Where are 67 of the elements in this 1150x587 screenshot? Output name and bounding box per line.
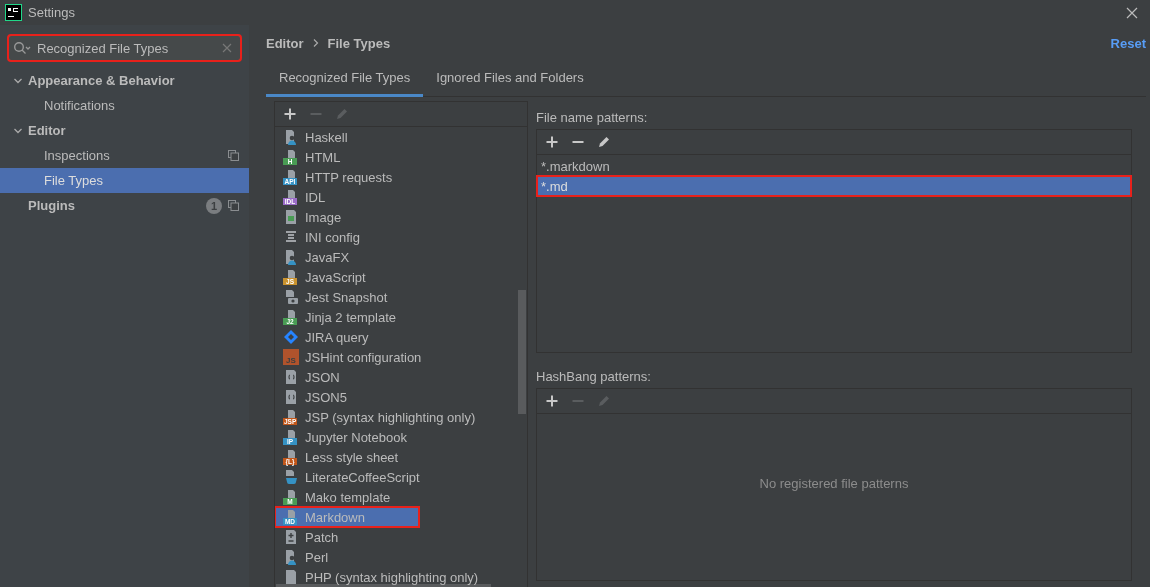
search-icon [13, 41, 31, 55]
scrollbar-thumb[interactable] [518, 290, 526, 414]
pencil-icon [335, 107, 349, 121]
settings-category[interactable]: Appearance & Behavior [0, 68, 249, 93]
pattern-item[interactable]: *.md [537, 176, 1131, 196]
file-type-item[interactable]: JIRA query [275, 327, 527, 347]
braces-document-icon [283, 369, 299, 385]
file-type-item[interactable]: Image [275, 207, 527, 227]
lines-icon [283, 229, 299, 245]
settings-category[interactable]: Editor [0, 118, 249, 143]
file-type-item[interactable]: INI config [275, 227, 527, 247]
settings-page[interactable]: Notifications [0, 93, 249, 118]
tab[interactable]: Ignored Files and Folders [423, 61, 597, 97]
camera-document-icon [283, 289, 299, 305]
document-icon [288, 490, 295, 498]
breadcrumb-item: Editor [266, 35, 304, 51]
person-document-icon [283, 129, 299, 145]
file-type-item[interactable]: JS JSHint configuration [275, 347, 527, 367]
chevron-right-icon [311, 38, 320, 48]
plus-icon [545, 394, 559, 408]
plus-minus-document-icon [283, 529, 299, 545]
braces-document-icon [283, 389, 299, 405]
window-title: Settings [28, 5, 75, 20]
document-icon [288, 270, 295, 278]
app-logo-icon [5, 4, 22, 21]
pattern-item[interactable]: *.markdown [537, 156, 1131, 176]
file-type-item[interactable]: PHP (syntax highlighting only) [275, 567, 527, 587]
empty-message: No registered file patterns [759, 475, 909, 491]
file-type-item[interactable]: JSON [275, 367, 527, 387]
count-badge: 1 [206, 197, 222, 214]
person-document-icon [283, 549, 299, 565]
settings-category[interactable]: Plugins 1 [0, 193, 249, 218]
pencil-icon [597, 135, 611, 149]
reset-link[interactable]: Reset [1110, 35, 1146, 51]
document-icon [288, 510, 295, 518]
document-icon [288, 310, 295, 318]
document-icon [288, 190, 295, 198]
image-document-icon [283, 209, 299, 225]
cup-document-icon [283, 469, 299, 485]
document-icon [288, 170, 295, 178]
clear-icon[interactable] [222, 43, 232, 53]
file-type-item[interactable]: JSON5 [275, 387, 527, 407]
diamond-icon [283, 329, 299, 345]
section-label: File name patterns: [536, 108, 649, 127]
document-icon [288, 450, 295, 458]
document-icon [288, 430, 295, 438]
file-type-item[interactable]: Perl [275, 547, 527, 567]
settings-page[interactable]: File Types [0, 168, 249, 193]
plus-icon [545, 135, 559, 149]
document-icon [288, 410, 295, 418]
file-type-item[interactable]: Patch [275, 527, 527, 547]
file-badge: JS [283, 349, 299, 365]
settings-page[interactable]: Inspections [0, 143, 249, 168]
file-type-item[interactable]: Haskell [275, 127, 527, 147]
tab[interactable]: Recognized File Types [266, 61, 424, 97]
breadcrumb-item: File Types [327, 35, 391, 51]
document-icon [288, 150, 295, 158]
person-document-icon [283, 249, 299, 265]
close-icon[interactable] [1126, 6, 1138, 19]
file-type-item[interactable]: LiterateCoffeeScript [275, 467, 527, 487]
search-field[interactable]: Recognized File Types [8, 35, 241, 61]
plus-icon [283, 107, 297, 121]
file-type-item[interactable]: Jest Snapshot [275, 287, 527, 307]
file-type-item[interactable]: JavaFX [275, 247, 527, 267]
pencil-icon [597, 394, 611, 408]
search-input[interactable]: Recognized File Types [33, 40, 220, 56]
section-label: HashBang patterns: [536, 367, 652, 386]
